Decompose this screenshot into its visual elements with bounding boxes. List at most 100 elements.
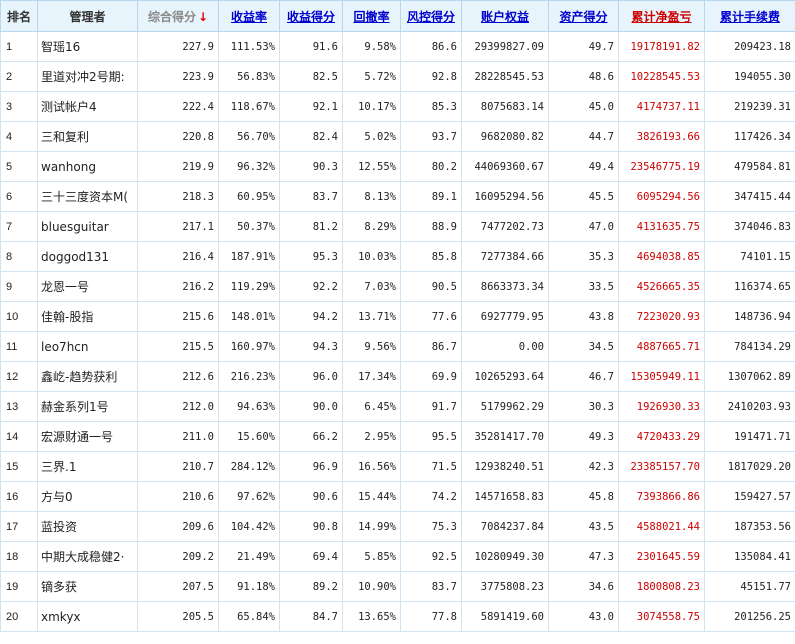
header-composite-score[interactable]: 综合得分 ↓ xyxy=(137,0,219,32)
cell-return-score: 81.2 xyxy=(279,211,343,242)
cell-asset-score: 45.8 xyxy=(548,481,619,512)
cell-equity: 28228545.53 xyxy=(461,61,549,92)
cell-return-rate: 97.62% xyxy=(218,481,280,512)
cell-composite-score: 219.9 xyxy=(137,151,219,182)
cell-return-score: 83.7 xyxy=(279,181,343,212)
cell-return-rate: 187.91% xyxy=(218,241,280,272)
cell-rank: 20 xyxy=(0,601,38,632)
cell-composite-score: 212.0 xyxy=(137,391,219,422)
cell-manager-link[interactable]: xmkyx xyxy=(37,601,138,632)
cell-manager-link[interactable]: 三界.1 xyxy=(37,451,138,482)
cell-asset-score: 44.7 xyxy=(548,121,619,152)
cell-risk-score: 75.3 xyxy=(400,511,462,542)
cell-fees: 479584.81 xyxy=(704,151,795,182)
cell-fees: 148736.94 xyxy=(704,301,795,332)
cell-net-pnl: 4720433.29 xyxy=(618,421,705,452)
cell-manager-link[interactable]: 测试帐户4 xyxy=(37,91,138,122)
cell-asset-score: 43.5 xyxy=(548,511,619,542)
cell-manager-link[interactable]: 三十三度资本M( xyxy=(37,181,138,212)
cell-manager-link[interactable]: 鑫屹-趋势获利 xyxy=(37,361,138,392)
cell-fees: 219239.31 xyxy=(704,91,795,122)
cell-return-score: 90.8 xyxy=(279,511,343,542)
cell-drawdown: 5.85% xyxy=(342,541,401,572)
cell-net-pnl: 6095294.56 xyxy=(618,181,705,212)
header-net-pnl[interactable]: 累计净盈亏 xyxy=(618,0,705,32)
cell-asset-score: 33.5 xyxy=(548,271,619,302)
cell-manager-link[interactable]: 里道对冲2号期: xyxy=(37,61,138,92)
cell-return-rate: 216.23% xyxy=(218,361,280,392)
header-risk-score[interactable]: 风控得分 xyxy=(400,0,462,32)
cell-return-score: 96.0 xyxy=(279,361,343,392)
header-fees[interactable]: 累计手续费 xyxy=(704,0,795,32)
cell-manager-link[interactable]: bluesguitar xyxy=(37,211,138,242)
cell-net-pnl: 4174737.11 xyxy=(618,91,705,122)
cell-manager-link[interactable]: 蓝投资 xyxy=(37,511,138,542)
cell-drawdown: 6.45% xyxy=(342,391,401,422)
cell-equity: 5179962.29 xyxy=(461,391,549,422)
sort-down-arrow-icon: ↓ xyxy=(197,9,209,24)
header-return-rate[interactable]: 收益率 xyxy=(218,0,280,32)
cell-manager-link[interactable]: 智瑶16 xyxy=(37,31,138,62)
cell-manager-link[interactable]: leo7hcn xyxy=(37,331,138,362)
cell-equity: 7084237.84 xyxy=(461,511,549,542)
table-row: 10 佳翰-股指 215.6 148.01% 94.2 13.71% 77.6 6927779… xyxy=(0,301,795,332)
cell-drawdown: 12.55% xyxy=(342,151,401,182)
cell-risk-score: 89.1 xyxy=(400,181,462,212)
cell-return-rate: 91.18% xyxy=(218,571,280,602)
header-return-score[interactable]: 收益得分 xyxy=(279,0,343,32)
cell-rank: 9 xyxy=(0,271,38,302)
cell-equity: 7477202.73 xyxy=(461,211,549,242)
cell-fees: 74101.15 xyxy=(704,241,795,272)
cell-fees: 209423.18 xyxy=(704,31,795,62)
table-row: 5 wanhong 219.9 96.32% 90.3 12.55% 80.2 4406936… xyxy=(0,151,795,182)
cell-composite-score: 216.4 xyxy=(137,241,219,272)
cell-manager-link[interactable]: 方与0 xyxy=(37,481,138,512)
cell-return-score: 66.2 xyxy=(279,421,343,452)
cell-manager-link[interactable]: 赫金系列1号 xyxy=(37,391,138,422)
cell-net-pnl: 4131635.75 xyxy=(618,211,705,242)
cell-risk-score: 74.2 xyxy=(400,481,462,512)
table-row: 6 三十三度资本M(218.3 60.95% 83.7 8.13% 89.1 1609529… xyxy=(0,181,795,212)
cell-asset-score: 48.6 xyxy=(548,61,619,92)
cell-rank: 1 xyxy=(0,31,38,62)
cell-fees: 374046.83 xyxy=(704,211,795,242)
cell-risk-score: 71.5 xyxy=(400,451,462,482)
cell-equity: 7277384.66 xyxy=(461,241,549,272)
cell-manager-link[interactable]: 佳翰-股指 xyxy=(37,301,138,332)
cell-drawdown: 16.56% xyxy=(342,451,401,482)
cell-equity: 10280949.30 xyxy=(461,541,549,572)
table-header-row: 排名 管理者 综合得分 ↓ 收益率 收益得分 回撤率 风控得分 账户权益 资产得分… xyxy=(0,0,795,32)
cell-return-rate: 56.83% xyxy=(218,61,280,92)
cell-manager-link[interactable]: wanhong xyxy=(37,151,138,182)
cell-fees: 159427.57 xyxy=(704,481,795,512)
cell-fees: 117426.34 xyxy=(704,121,795,152)
table-row: 1 智瑶16 227.9 111.53% 91.6 9.58% 86.6 29399827.0… xyxy=(0,31,795,62)
cell-composite-score: 215.5 xyxy=(137,331,219,362)
header-drawdown[interactable]: 回撤率 xyxy=(342,0,401,32)
cell-equity: 16095294.56 xyxy=(461,181,549,212)
cell-manager-link[interactable]: 龙恩一号 xyxy=(37,271,138,302)
cell-return-score: 96.9 xyxy=(279,451,343,482)
cell-manager-link[interactable]: doggod131 xyxy=(37,241,138,272)
header-composite-label: 综合得分 xyxy=(147,9,196,24)
cell-rank: 13 xyxy=(0,391,38,422)
cell-manager-link[interactable]: 三和复利 xyxy=(37,121,138,152)
cell-equity: 29399827.09 xyxy=(461,31,549,62)
cell-net-pnl: 4694038.85 xyxy=(618,241,705,272)
cell-net-pnl: 10228545.53 xyxy=(618,61,705,92)
cell-risk-score: 86.7 xyxy=(400,331,462,362)
cell-composite-score: 220.8 xyxy=(137,121,219,152)
cell-rank: 11 xyxy=(0,331,38,362)
header-equity[interactable]: 账户权益 xyxy=(461,0,549,32)
cell-manager-link[interactable]: 中期大成稳健2· xyxy=(37,541,138,572)
cell-rank: 3 xyxy=(0,91,38,122)
cell-manager-link[interactable]: 宏源财通一号 xyxy=(37,421,138,452)
header-asset-score[interactable]: 资产得分 xyxy=(548,0,619,32)
cell-composite-score: 210.7 xyxy=(137,451,219,482)
table-row: 15 三界.1 210.7 284.12% 96.9 16.56% 71.5 12938240… xyxy=(0,451,795,482)
cell-asset-score: 49.7 xyxy=(548,31,619,62)
cell-manager-link[interactable]: 镝多获 xyxy=(37,571,138,602)
cell-asset-score: 46.7 xyxy=(548,361,619,392)
cell-asset-score: 47.3 xyxy=(548,541,619,572)
cell-return-score: 69.4 xyxy=(279,541,343,572)
